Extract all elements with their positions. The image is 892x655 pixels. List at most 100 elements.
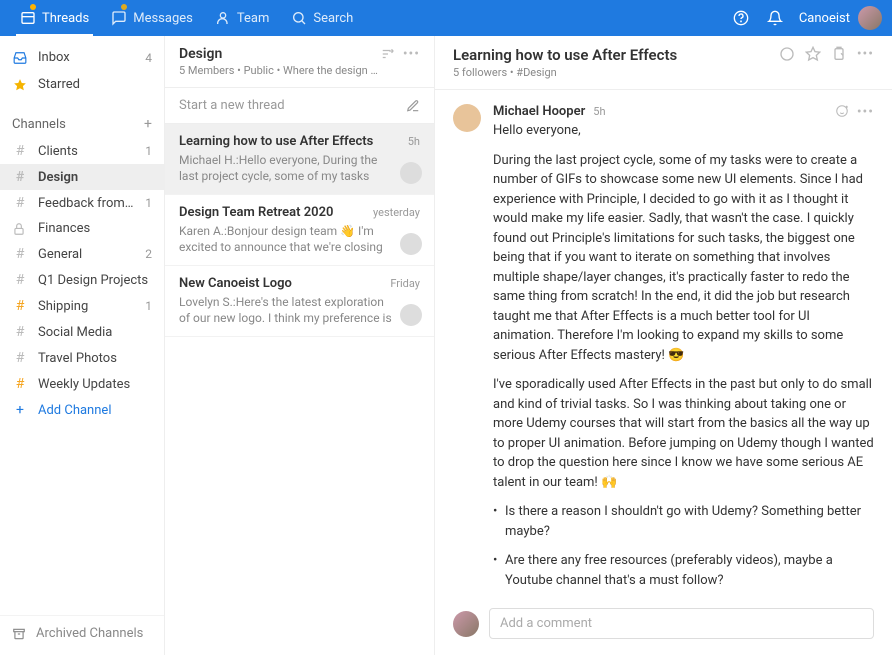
more-icon[interactable]: ••• [857,46,874,62]
clipboard-icon[interactable] [831,46,847,62]
post-time: 5h [593,105,605,118]
post-bullets: Is there a reason I shouldn't go with Ud… [493,502,874,598]
channel-finances[interactable]: Finances [0,216,164,241]
thread-avatar [400,304,422,326]
starred-label: Starred [38,77,152,92]
thread-item[interactable]: New Canoeist Logo Friday Lovelyn S.:Here… [165,266,434,337]
notification-dot [30,4,36,10]
thread-preview: Michael H.:Hello everyone, During the la… [179,152,420,184]
channel-clients[interactable]: # Clients 1 [0,138,164,164]
channel-count: 2 [145,247,152,261]
post-more-icon[interactable]: ••• [857,104,874,120]
thread-preview: Karen A.:Bonjour design team 👋 I'm excit… [179,223,420,255]
add-channel-button[interactable]: + Add Channel [0,397,164,423]
thread-avatar [400,162,422,184]
post-bullet: Are there any free resources (preferably… [493,551,874,590]
content-subtitle: 5 followers • #Design [453,66,779,79]
username: Canoeist [799,11,850,26]
inbox-count: 4 [145,51,152,65]
channel-label: Weekly Updates [38,377,152,392]
hash-icon: # [12,272,28,288]
thread-time: Friday [390,277,420,290]
hash-icon: # [12,169,28,185]
nav-team[interactable]: Team [205,0,280,36]
top-nav: Threads Messages Team Search [10,0,363,36]
nav-messages-label: Messages [133,11,193,26]
inbox-label: Inbox [38,50,135,65]
archive-icon [12,627,26,641]
user-menu[interactable]: Canoeist [799,6,882,30]
new-thread-input[interactable]: Start a new thread [165,88,434,124]
channel-design[interactable]: # Design [0,164,164,190]
archived-label: Archived Channels [36,626,143,641]
hash-icon: # [12,246,28,262]
nav-threads[interactable]: Threads [10,0,99,36]
plus-icon: + [12,402,28,418]
nav-messages[interactable]: Messages [101,0,203,36]
content-header: Learning how to use After Effects 5 foll… [435,36,892,90]
comment-avatar [453,611,479,637]
channel-shipping[interactable]: # Shipping 1 [0,293,164,319]
threads-icon [20,10,36,26]
post-paragraph: During the last project cycle, some of m… [493,151,874,366]
archived-channels[interactable]: Archived Channels [0,615,164,655]
channel-travel-photos[interactable]: # Travel Photos [0,345,164,371]
nav-team-label: Team [237,11,270,26]
hash-icon: # [12,298,28,314]
thread-item[interactable]: Design Team Retreat 2020 yesterday Karen… [165,195,434,266]
topbar-right: Canoeist [731,6,882,30]
sidebar: Inbox 4 Starred Channels + # Clients 1 #… [0,36,165,655]
threads-title: Design [179,46,381,62]
messages-icon [111,10,127,26]
nav-search-label: Search [313,11,353,26]
channel-general[interactable]: # General 2 [0,241,164,267]
thread-title: Design Team Retreat 2020 [179,205,373,220]
user-avatar [858,6,882,30]
lock-icon [12,222,28,236]
channel-label: Design [38,170,152,185]
sort-icon[interactable] [381,47,395,61]
post: Michael Hooper 5h Hello everyone, During… [453,104,874,598]
channel-count: 1 [145,299,152,313]
nav-search[interactable]: Search [281,0,363,36]
post-greeting: Hello everyone, [493,121,874,141]
more-icon[interactable]: ••• [403,46,420,62]
thread-time: 5h [408,135,420,148]
threads-subtitle: 5 Members • Public • Where the design t.… [179,64,381,77]
help-button[interactable] [731,8,751,28]
search-icon [291,10,307,26]
thread-title: Learning how to use After Effects [179,134,408,149]
hash-icon: # [12,350,28,366]
add-channel-label: Add Channel [38,403,152,418]
channel-label: Shipping [38,299,135,314]
channels-header: Channels + [0,106,164,138]
channels-header-label: Channels [12,117,66,132]
thread-title: New Canoeist Logo [179,276,390,291]
sidebar-starred[interactable]: Starred [0,71,164,98]
thread-preview: Lovelyn S.:Here's the latest exploration… [179,294,420,326]
add-channel-icon[interactable]: + [144,116,152,132]
channel-feedback[interactable]: # Feedback from Tes... 1 [0,190,164,216]
main: Inbox 4 Starred Channels + # Clients 1 #… [0,36,892,655]
channel-count: 1 [145,196,152,210]
channel-label: Q1 Design Projects [38,273,152,288]
circle-icon[interactable] [779,46,795,62]
thread-item[interactable]: Learning how to use After Effects 5h Mic… [165,124,434,195]
star-icon[interactable] [805,46,821,62]
thread-time: yesterday [373,206,420,219]
channel-label: Travel Photos [38,351,152,366]
channel-weekly-updates[interactable]: # Weekly Updates [0,371,164,397]
sidebar-inbox[interactable]: Inbox 4 [0,44,164,71]
notifications-button[interactable] [765,8,785,28]
hash-icon: # [12,143,28,159]
add-reaction-icon[interactable] [835,104,849,120]
channel-count: 1 [145,144,152,158]
team-icon [215,10,231,26]
hash-icon: # [12,324,28,340]
channel-social-media[interactable]: # Social Media [0,319,164,345]
compose-icon [406,99,420,113]
nav-threads-label: Threads [42,11,89,26]
channel-q1-design[interactable]: # Q1 Design Projects [0,267,164,293]
channel-label: Social Media [38,325,152,340]
comment-input[interactable] [489,608,874,639]
